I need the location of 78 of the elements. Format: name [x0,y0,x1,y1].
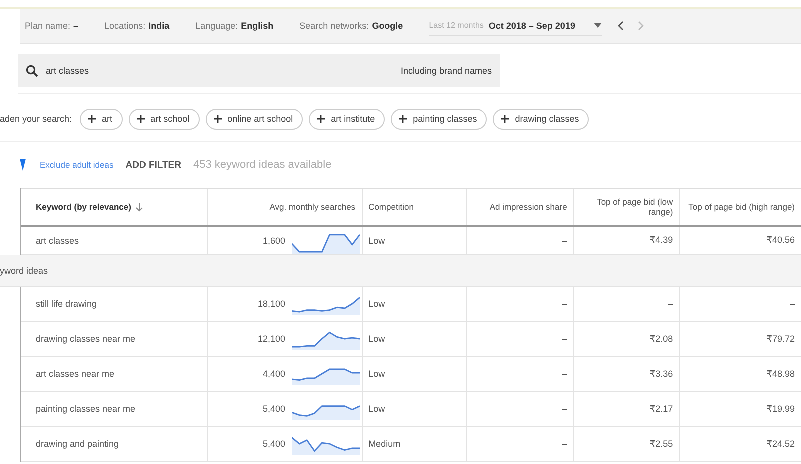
trend-sparkline [292,232,360,254]
add-filter-button[interactable]: ADD FILTER [126,160,182,170]
column-header[interactable]: Competition [362,189,468,225]
filter-label: Search networks: [300,21,370,31]
search-field[interactable]: art classes Including brand names [18,54,500,87]
table-cell: Low [368,404,386,414]
brand-names-option[interactable]: Including brand names [400,66,492,76]
column-header[interactable]: Keyword (by relevance) [21,189,208,225]
filter-label: Language: [196,21,238,31]
keyword-chip[interactable]: art [80,108,123,130]
table-cell: drawing classes near me [36,334,136,344]
column-header[interactable]: Ad impression share [467,189,574,225]
funnel-icon[interactable] [20,159,26,171]
keyword-chip[interactable]: online art school [206,108,304,130]
column-header[interactable]: Avg. monthly searches [208,189,363,225]
filter-value[interactable]: English [241,21,274,31]
column-header[interactable]: Top of page bid (high range) [680,189,801,225]
plus-icon [317,115,326,123]
section-label: yword ideas [0,266,48,276]
keyword-chip[interactable]: art school [128,108,200,130]
table-cell: 1,600 [263,236,286,246]
filter-value[interactable]: – [74,21,79,31]
date-range-value[interactable]: Oct 2018 – Sep 2019 [488,20,576,30]
keyword-chip[interactable]: painting classes [391,108,488,130]
sort-arrow-icon [136,202,144,212]
table-cell: ₹24.52 [766,438,795,450]
table-cell: – [668,299,674,309]
table-cell: 18,100 [258,299,286,309]
table-cell: – [790,299,795,309]
plus-icon [399,115,408,123]
table-cell: ₹2.17 [650,404,674,414]
table-cell: – [562,299,568,309]
table-cell: ₹40.56 [766,235,795,246]
table-cell: 5,400 [263,439,286,449]
date-range-label: Last 12 months [429,21,484,30]
keyword-chip[interactable]: drawing classes [493,108,590,130]
table-cell: Low [368,236,386,246]
table-cell: painting classes near me [36,404,136,414]
column-header[interactable]: Top of page bid (low range) [574,189,680,225]
broaden-label: aden your search: [0,114,72,124]
plus-icon [88,115,96,123]
table-cell: – [562,404,568,414]
table-cell: ₹3.36 [650,368,674,380]
table-cell: ₹48.98 [766,368,795,380]
table-cell: – [562,369,568,379]
table-cell: ₹79.72 [766,334,795,344]
plus-icon [136,115,145,123]
plus-icon [214,115,222,123]
table-cell: art classes [36,236,80,246]
plus-icon [501,115,510,123]
table-cell: 12,100 [258,334,286,344]
table-cell: 5,400 [263,404,286,414]
exclude-adult-link[interactable]: Exclude adult ideas [40,160,114,170]
table-cell: – [562,236,568,246]
filter-label: Locations: [104,21,146,31]
table-cell: 4,400 [263,369,286,379]
table-cell: – [562,439,568,449]
table-cell: Medium [368,439,401,449]
table-cell: ₹19.99 [766,404,795,414]
table-cell: ₹2.08 [650,334,674,344]
filter-value[interactable]: Google [372,21,404,31]
dropdown-caret-icon[interactable] [594,23,602,28]
table-cell: ₹4.39 [650,235,674,246]
chevron-left-icon[interactable] [618,21,624,31]
table-cell: Low [368,334,386,344]
table-cell: still life drawing [36,299,98,309]
keyword-count: 453 keyword ideas available [193,159,332,171]
search-icon [26,64,38,76]
table-cell: drawing and painting [36,439,120,449]
table-cell: Low [368,369,386,379]
table-cell: Low [368,299,386,309]
table-cell: ₹2.55 [650,438,674,450]
table-cell: – [562,334,568,344]
table-cell: art classes near me [36,369,115,379]
keyword-chip[interactable]: art institute [309,108,386,130]
filter-label: Plan name: [25,21,71,31]
search-query: art classes [46,66,90,76]
filter-value[interactable]: India [148,21,170,31]
